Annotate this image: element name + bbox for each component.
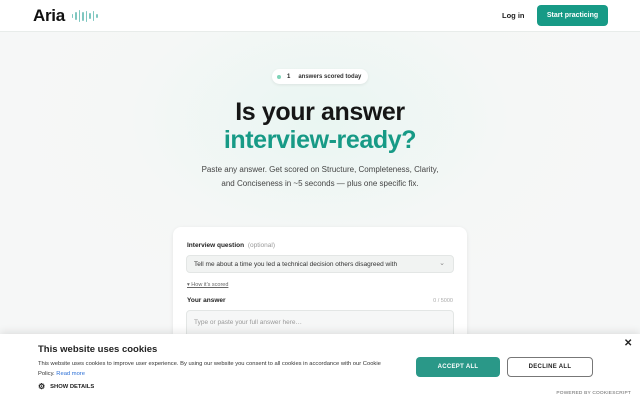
answer-placeholder: Type or paste your full answer here… xyxy=(194,319,303,326)
login-link[interactable]: Log in xyxy=(502,11,525,20)
hero-title-line2: interview-ready? xyxy=(223,126,417,154)
cookie-banner: This website uses cookies This website u… xyxy=(0,334,640,400)
answers-scored-badge: 1 answers scored today xyxy=(272,69,368,84)
how-its-scored-link[interactable]: ▾ How it's scored xyxy=(187,282,228,288)
close-icon[interactable]: ✕ xyxy=(624,338,632,349)
read-more-link[interactable]: Read more xyxy=(56,371,85,377)
question-label-text: Interview question xyxy=(187,242,245,249)
powered-by-text[interactable]: POWERED BY COOKIESCRIPT xyxy=(556,391,631,396)
badge-label: answers scored today xyxy=(298,73,362,80)
decline-all-button[interactable]: DECLINE ALL xyxy=(507,357,593,377)
badge-count: 1 xyxy=(287,73,291,80)
hero-title-line1: Is your answer xyxy=(235,98,405,126)
audio-wave-icon xyxy=(71,10,98,22)
hero-subtitle: Paste any answer. Get scored on Structur… xyxy=(201,165,439,188)
answer-char-counter: 0 / 5000 xyxy=(433,298,453,304)
gear-icon: ⚙ xyxy=(38,382,46,391)
cookie-banner-text: This website uses cookies to improve use… xyxy=(38,360,398,379)
accept-all-button[interactable]: ACCEPT ALL xyxy=(416,357,500,377)
show-details-toggle[interactable]: ⚙ SHOW DETAILS xyxy=(38,382,94,391)
logo-text: Aria xyxy=(33,6,65,25)
answer-label: Your answer xyxy=(187,297,226,304)
top-navbar: Aria Log in Start practicing xyxy=(0,0,640,32)
question-select-value: Tell me about a time you led a technical… xyxy=(194,260,398,268)
brand-logo[interactable]: Aria xyxy=(33,6,98,26)
question-label: Interview question (optional) xyxy=(187,242,275,249)
start-practicing-button[interactable]: Start practicing xyxy=(537,5,608,26)
cookie-banner-title: This website uses cookies xyxy=(38,344,158,355)
question-select[interactable]: Tell me about a time you led a technical… xyxy=(186,255,454,273)
cookie-body-text: This website uses cookies to improve use… xyxy=(38,361,381,377)
show-details-label: SHOW DETAILS xyxy=(50,383,95,390)
status-dot-icon xyxy=(277,74,281,79)
chevron-down-icon: ⌄ xyxy=(439,260,445,267)
question-optional-text: (optional) xyxy=(247,242,275,249)
